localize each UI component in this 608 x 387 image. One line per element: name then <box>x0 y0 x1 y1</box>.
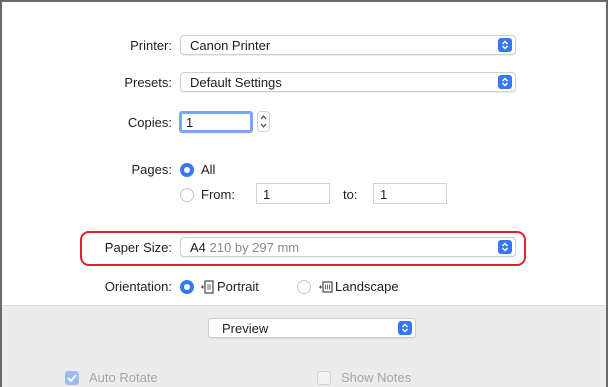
paper-size-value: A4 <box>190 240 206 255</box>
checkmark-icon <box>67 374 77 383</box>
orientation-landscape-label: Landscape <box>335 279 399 294</box>
show-notes-label: Show Notes <box>341 370 412 385</box>
orientation-portrait-label: Portrait <box>217 279 259 294</box>
pages-to-label: to: <box>343 187 358 202</box>
presets-value: Default Settings <box>190 75 282 90</box>
copies-stepper[interactable] <box>257 111 270 132</box>
auto-rotate-checkbox[interactable] <box>65 371 79 385</box>
pages-to-value: 1 <box>380 187 388 202</box>
pages-from-field[interactable]: 1 <box>256 183 330 204</box>
portrait-orientation-icon <box>201 280 214 294</box>
auto-rotate-label: Auto Rotate <box>89 370 158 385</box>
orientation-landscape-radio[interactable] <box>297 280 311 294</box>
paper-size-label: Paper Size: <box>104 240 172 255</box>
copies-label: Copies: <box>127 115 172 130</box>
pages-to-field[interactable]: 1 <box>373 183 447 204</box>
orientation-portrait-radio[interactable] <box>180 280 194 294</box>
stepper-icon <box>260 115 267 128</box>
paper-size-popup[interactable]: A4 210 by 297 mm <box>180 237 516 257</box>
printer-value: Canon Printer <box>190 38 271 53</box>
pages-all-label: All <box>201 162 216 177</box>
pages-from-value: 1 <box>263 187 271 202</box>
printer-label: Printer: <box>130 38 172 53</box>
pages-from-radio[interactable] <box>180 188 194 202</box>
orientation-label: Orientation: <box>104 279 172 294</box>
chevron-updown-icon <box>398 321 412 335</box>
copies-value: 1 <box>186 115 194 130</box>
pages-all-radio[interactable] <box>180 163 194 177</box>
chevron-updown-icon <box>498 75 512 89</box>
copies-input[interactable]: 1 <box>179 111 253 133</box>
presets-label: Presets: <box>124 75 172 90</box>
section-popup[interactable]: Preview <box>208 318 416 338</box>
chevron-updown-icon <box>498 240 512 254</box>
section-popup-value: Preview <box>222 321 269 336</box>
paper-size-detail: 210 by 297 mm <box>209 240 300 255</box>
landscape-orientation-icon <box>319 281 333 293</box>
pages-label: Pages: <box>131 162 172 177</box>
presets-popup[interactable]: Default Settings <box>180 72 516 92</box>
printer-popup[interactable]: Canon Printer <box>180 35 516 55</box>
chevron-updown-icon <box>498 38 512 52</box>
pages-from-label: From: <box>201 187 235 202</box>
show-notes-checkbox[interactable] <box>317 371 331 385</box>
